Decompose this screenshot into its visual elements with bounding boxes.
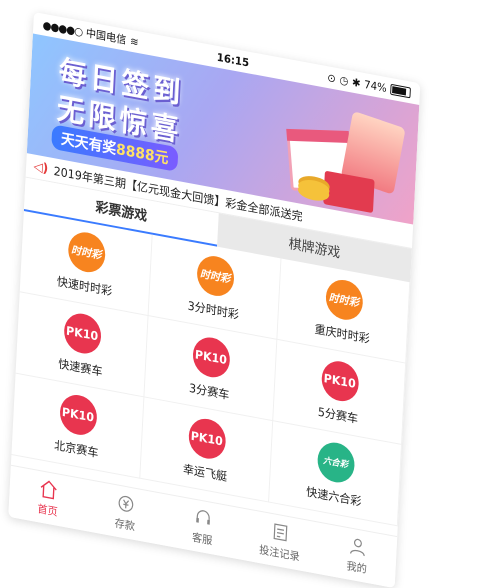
pk10-icon: PK10: [187, 415, 227, 462]
bluetooth-icon: ✱: [351, 75, 361, 90]
game-label: 快速六合彩: [305, 484, 362, 509]
pk10-icon: PK10: [320, 357, 360, 404]
game-label: 3分赛车: [188, 380, 230, 402]
pk10-icon: PK10: [58, 391, 98, 438]
nav-service[interactable]: 客服: [163, 494, 243, 559]
nav-label: 存款: [114, 516, 136, 534]
game-label: 快速时时彩: [56, 274, 113, 298]
signal-icon: ●●●●○: [42, 18, 83, 39]
nav-label: 我的: [346, 559, 368, 576]
banner-prize-prefix: 天天有奖: [60, 129, 117, 158]
game-label: 重庆时时彩: [314, 321, 371, 346]
record-icon: [273, 523, 288, 542]
nav-home[interactable]: 首页: [8, 466, 88, 531]
battery-percent: 74%: [363, 77, 388, 95]
nav-record[interactable]: 投注记录: [240, 509, 320, 574]
mark-six-icon: 六合彩: [316, 438, 356, 485]
home-icon: [40, 480, 57, 500]
wifi-icon: ≋: [129, 34, 139, 49]
phone-screen: ●●●●○ 中国电信 ≋ 16:15 ⊙ ◷ ✱ 74% 每日签到 无限惊喜 天…: [8, 12, 421, 588]
service-icon: [196, 510, 210, 525]
game-label: 5分赛车: [317, 404, 359, 426]
game-label: 北京赛车: [53, 437, 99, 460]
deposit-icon: [118, 495, 134, 512]
pk10-icon: PK10: [62, 310, 102, 357]
lottery-icon: 时时彩: [195, 252, 235, 299]
banner-prize-amount: 8888元: [115, 140, 169, 168]
lottery-icon: 时时彩: [324, 276, 364, 323]
alarm-icon: ◷: [339, 72, 349, 88]
pk10-icon: PK10: [191, 333, 231, 380]
status-time: 16:15: [216, 50, 250, 69]
speaker-icon: ◁): [33, 158, 49, 177]
user-icon: [350, 538, 365, 557]
game-label: 幸运飞艇: [182, 461, 228, 484]
battery-icon: [390, 83, 411, 98]
game-label: 快速赛车: [57, 356, 103, 379]
lock-icon: ⊙: [327, 70, 337, 86]
nav-label: 投注记录: [258, 543, 300, 564]
game-label: 3分时时彩: [187, 298, 240, 322]
nav-label: 首页: [37, 502, 59, 519]
lottery-icon: 时时彩: [66, 228, 106, 275]
nav-deposit[interactable]: 存款: [86, 480, 166, 545]
nav-mine[interactable]: 我的: [317, 523, 397, 588]
